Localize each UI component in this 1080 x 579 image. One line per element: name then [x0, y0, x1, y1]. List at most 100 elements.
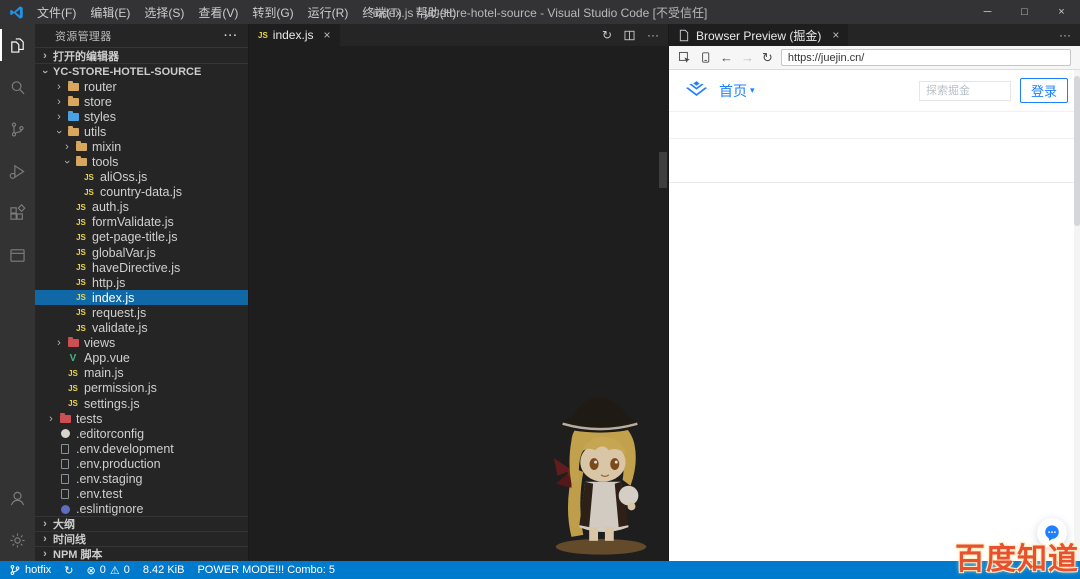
activitybar-account[interactable]	[0, 477, 35, 519]
tree-item[interactable]: JS auth.js	[35, 200, 248, 215]
window-controls: ─ □ ×	[969, 0, 1080, 24]
login-button[interactable]: 登录	[1020, 78, 1068, 103]
url-input[interactable]	[780, 49, 1071, 66]
file-label: index.js	[92, 290, 135, 305]
tree-item[interactable]: .env.production	[35, 456, 248, 471]
tree-item[interactable]: JS haveDirective.js	[35, 260, 248, 275]
menu-item[interactable]: 选择(S)	[137, 4, 191, 21]
tree-item[interactable]: .env.test	[35, 487, 248, 502]
maximize-icon[interactable]: □	[1006, 0, 1043, 24]
title-bar: 文件(F) 编辑(E) 选择(S) 查看(V) 转到(G) 运行(R) 终端(T) 帮助(H)…	[0, 0, 1080, 24]
git-branch-icon	[10, 565, 20, 575]
editor-group: JS index.js × ↻ ···	[248, 24, 668, 561]
activity-bar	[0, 24, 35, 561]
menu-item[interactable]: 编辑(E)	[83, 4, 137, 21]
editor-scrollbar[interactable]	[659, 152, 667, 188]
tree-item[interactable]: › tests	[35, 411, 248, 426]
tree-item[interactable]: › styles	[35, 109, 248, 124]
tab-index-js[interactable]: JS index.js ×	[249, 24, 340, 46]
site-search-input[interactable]	[919, 80, 1011, 101]
baidu-zhidao-watermark: 百度知道	[955, 543, 1079, 576]
back-icon[interactable]: ←	[720, 51, 733, 64]
file-label: aliOss.js	[100, 170, 148, 185]
tree-item[interactable]: V App.vue	[35, 351, 248, 366]
tree-item[interactable]: JS get-page-title.js	[35, 230, 248, 245]
reload-icon[interactable]: ↻	[762, 51, 773, 64]
site-scrollbar[interactable]	[1074, 70, 1080, 561]
sidebar-section-大纲[interactable]: › 大纲	[35, 516, 248, 531]
tree-item[interactable]: .env.staging	[35, 471, 248, 486]
search-icon	[11, 80, 25, 94]
sync-status-icon[interactable]: ↻	[64, 564, 73, 577]
tree-item[interactable]: › views	[35, 336, 248, 351]
extensions-icon	[10, 203, 26, 220]
home-menu[interactable]: 首页 ▾	[719, 81, 755, 101]
problems-status[interactable]: ⊗ 0 ⚠ 0	[87, 564, 130, 577]
menu-item[interactable]: 转到(G)	[245, 4, 300, 21]
activitybar-run-debug[interactable]	[0, 150, 35, 192]
tree-item[interactable]: JS http.js	[35, 275, 248, 290]
menu-item[interactable]: 文件(F)	[30, 4, 83, 21]
device-toolbar-icon[interactable]	[699, 51, 712, 64]
inspect-element-icon[interactable]	[678, 51, 691, 64]
activitybar-source-control[interactable]	[0, 108, 35, 150]
tree-item[interactable]: JS country-data.js	[35, 185, 248, 200]
minimize-icon[interactable]: ─	[969, 0, 1006, 24]
project-root-section[interactable]: › YC-STORE-HOTEL-SOURCE	[35, 63, 248, 79]
file-tree: › router › store › styles › utils › mixin › tools JS…	[35, 79, 248, 516]
tree-item[interactable]: JS aliOss.js	[35, 170, 248, 185]
forward-icon[interactable]: →	[741, 51, 754, 64]
tree-item[interactable]: .editorconfig	[35, 426, 248, 441]
tree-item[interactable]: JS main.js	[35, 366, 248, 381]
tree-item[interactable]: .env.development	[35, 441, 248, 456]
close-icon[interactable]: ×	[1043, 0, 1080, 24]
file-size-status[interactable]: 8.42 KiB	[143, 564, 185, 576]
tree-item[interactable]: JS request.js	[35, 305, 248, 320]
breadcrumb	[249, 46, 668, 62]
activitybar-search[interactable]	[0, 66, 35, 108]
tree-item[interactable]: JS validate.js	[35, 321, 248, 336]
tree-item[interactable]: JS permission.js	[35, 381, 248, 396]
tree-item[interactable]: JS settings.js	[35, 396, 248, 411]
sync-changes-icon[interactable]: ↻	[602, 28, 612, 42]
activitybar-settings[interactable]	[0, 519, 35, 561]
source-control-icon	[11, 122, 24, 136]
activitybar-explorer[interactable]	[0, 24, 35, 66]
file-icon	[57, 443, 73, 454]
sidebar-section-时间线[interactable]: › 时间线	[35, 531, 248, 546]
folder-red-icon	[57, 412, 73, 423]
tree-item[interactable]: › utils	[35, 124, 248, 139]
folder-icon	[65, 80, 81, 91]
tree-item[interactable]: › mixin	[35, 139, 248, 154]
tree-item[interactable]: JS globalVar.js	[35, 245, 248, 260]
tree-item[interactable]: JS formValidate.js	[35, 215, 248, 230]
tab-close-icon[interactable]: ×	[323, 28, 330, 42]
file-label: .env.production	[76, 456, 161, 471]
open-editors-section[interactable]: › 打开的编辑器	[35, 47, 248, 63]
split-editor-icon[interactable]	[623, 29, 636, 42]
home-label: 首页	[719, 82, 747, 99]
juejin-logo-icon[interactable]	[683, 80, 710, 102]
tree-item[interactable]: › store	[35, 94, 248, 109]
power-mode-status[interactable]: POWER MODE!!! Combo: 5	[197, 564, 335, 576]
site-scrollbar-thumb[interactable]	[1074, 76, 1080, 226]
sidebar-more-icon[interactable]: ···	[224, 30, 238, 42]
menu-item[interactable]: 查看(V)	[191, 4, 245, 21]
git-branch-status[interactable]: hotfix	[9, 564, 51, 576]
file-label: permission.js	[84, 381, 157, 396]
tab-browser-preview[interactable]: Browser Preview (掘金) ×	[669, 24, 849, 46]
activitybar-extensions[interactable]	[0, 192, 35, 234]
file-label: get-page-title.js	[92, 230, 178, 245]
preview-more-icon[interactable]: ···	[1059, 28, 1071, 42]
tree-item[interactable]: JS index.js	[35, 290, 248, 306]
preview-tab-close-icon[interactable]: ×	[832, 28, 839, 42]
run-debug-icon	[9, 164, 25, 179]
tree-item[interactable]: › tools	[35, 154, 248, 169]
activitybar-browser-preview[interactable]	[0, 234, 35, 276]
tree-item[interactable]: › router	[35, 79, 248, 94]
menu-item[interactable]: 运行(R)	[301, 4, 356, 21]
sidebar-section-NPM 脚本[interactable]: › NPM 脚本	[35, 546, 248, 561]
tree-item[interactable]: .eslintignore	[35, 502, 248, 516]
file-label: .env.test	[76, 487, 123, 502]
more-actions-icon[interactable]: ···	[647, 28, 659, 42]
